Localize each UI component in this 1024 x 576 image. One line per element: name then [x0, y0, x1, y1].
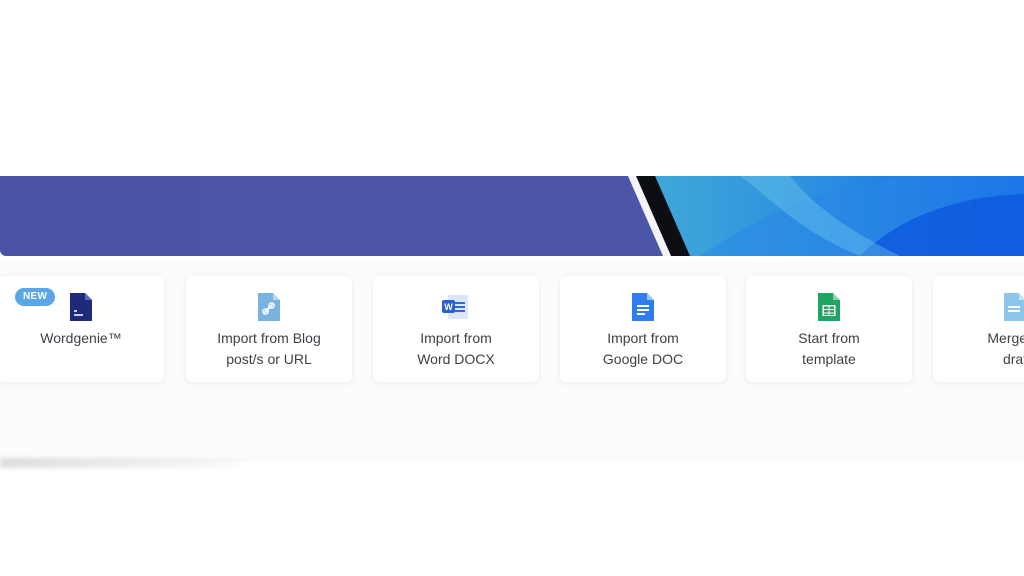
merge-drafts-icon — [1001, 292, 1024, 322]
card-merge-drafts[interactable]: Merge m draf — [933, 276, 1024, 382]
card-import-blog[interactable]: Import from Blog post/s or URL — [186, 276, 352, 382]
card-import-word[interactable]: W Import from Word DOCX — [373, 276, 539, 382]
wordgenie-doc-icon — [67, 292, 95, 322]
section-heading-blurred — [0, 458, 240, 468]
card-import-google-doc[interactable]: Import from Google DOC — [560, 276, 726, 382]
card-label: Import from Google DOC — [602, 330, 684, 367]
card-label: Merge m draf — [987, 330, 1024, 367]
card-start-template[interactable]: Start from template — [746, 276, 912, 382]
new-badge: NEW — [15, 288, 56, 306]
card-label: Wordgenie™ — [40, 330, 122, 346]
google-doc-icon — [629, 292, 657, 322]
hero-banner — [0, 176, 1024, 256]
google-sheets-template-icon — [815, 292, 843, 322]
svg-text:W: W — [444, 302, 453, 312]
word-docx-icon: W — [442, 292, 470, 322]
card-label: Import from Blog post/s or URL — [217, 330, 321, 367]
card-label: Start from template — [798, 330, 860, 367]
link-doc-icon — [255, 292, 283, 322]
card-label: Import from Word DOCX — [417, 330, 495, 367]
